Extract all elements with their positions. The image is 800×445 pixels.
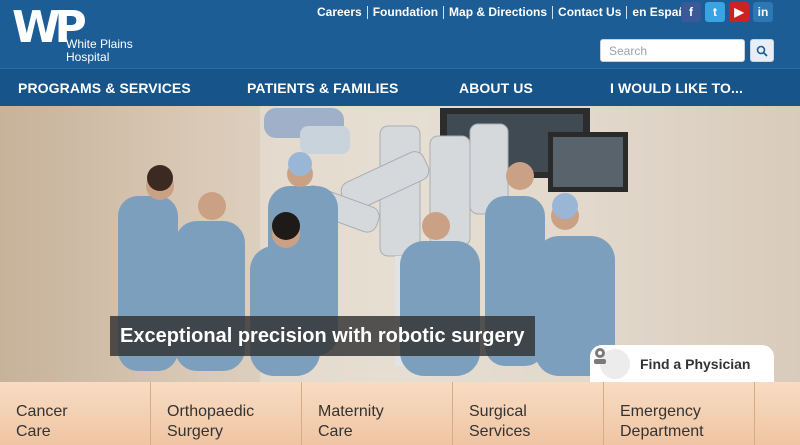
tile-line2: Services [469, 423, 531, 440]
service-tiles: Cancer Care Orthopaedic Surgery Maternit… [0, 382, 800, 445]
hero-caption: Exceptional precision with robotic surge… [110, 316, 535, 356]
twitter-icon[interactable]: t [705, 2, 725, 22]
tile-cancer-care[interactable]: Cancer Care [0, 382, 151, 445]
tile-orthopaedic-surgery[interactable]: Orthopaedic Surgery [151, 382, 302, 445]
utility-links: Careers Foundation Map & Directions Cont… [317, 4, 701, 20]
hero-banner[interactable]: Exceptional precision with robotic surge… [0, 106, 800, 382]
tile-emergency-department[interactable]: Emergency Department [604, 382, 755, 445]
tile-line1: Surgical [469, 403, 527, 420]
main-nav: PROGRAMS & SERVICES PATIENTS & FAMILIES … [0, 68, 800, 106]
site-header: WP White Plains Hospital Careers Foundat… [0, 0, 800, 68]
doctor-icon [594, 348, 630, 379]
tile-line1: Emergency [620, 403, 701, 420]
tile-line2: Department [620, 423, 704, 440]
nav-about-us[interactable]: ABOUT US [459, 80, 533, 96]
search-icon [756, 45, 768, 57]
tile-line2: Care [318, 423, 353, 440]
tile-partial[interactable] [755, 382, 800, 445]
nav-i-would-like-to[interactable]: I WOULD LIKE TO... [610, 80, 743, 96]
hospital-logo[interactable]: WP White Plains Hospital [12, 6, 162, 64]
tile-line1: Maternity [318, 403, 384, 420]
tile-line2: Care [16, 423, 51, 440]
social-links: f t ▶ in [681, 2, 773, 22]
nav-programs-services[interactable]: PROGRAMS & SERVICES [18, 80, 191, 96]
tile-line1: Orthopaedic [167, 403, 255, 420]
foundation-link[interactable]: Foundation [366, 5, 443, 19]
map-directions-link[interactable]: Map & Directions [443, 5, 552, 19]
search-input[interactable] [600, 39, 745, 62]
tile-line2: Surgery [167, 423, 224, 440]
logo-name-line2: Hospital [66, 50, 110, 64]
logo-name: White Plains Hospital [66, 38, 133, 64]
contact-us-link[interactable]: Contact Us [552, 5, 626, 19]
facebook-icon[interactable]: f [681, 2, 701, 22]
careers-link[interactable]: Careers [317, 5, 367, 19]
find-physician-label: Find a Physician [640, 355, 751, 372]
tile-line1: Cancer [16, 403, 68, 420]
find-physician-button[interactable]: Find a Physician [590, 345, 774, 382]
youtube-icon[interactable]: ▶ [729, 2, 749, 22]
search-button[interactable] [750, 39, 774, 62]
tile-surgical-services[interactable]: Surgical Services [453, 382, 604, 445]
nav-patients-families[interactable]: PATIENTS & FAMILIES [247, 80, 399, 96]
linkedin-icon[interactable]: in [753, 2, 773, 22]
tile-maternity-care[interactable]: Maternity Care [302, 382, 453, 445]
